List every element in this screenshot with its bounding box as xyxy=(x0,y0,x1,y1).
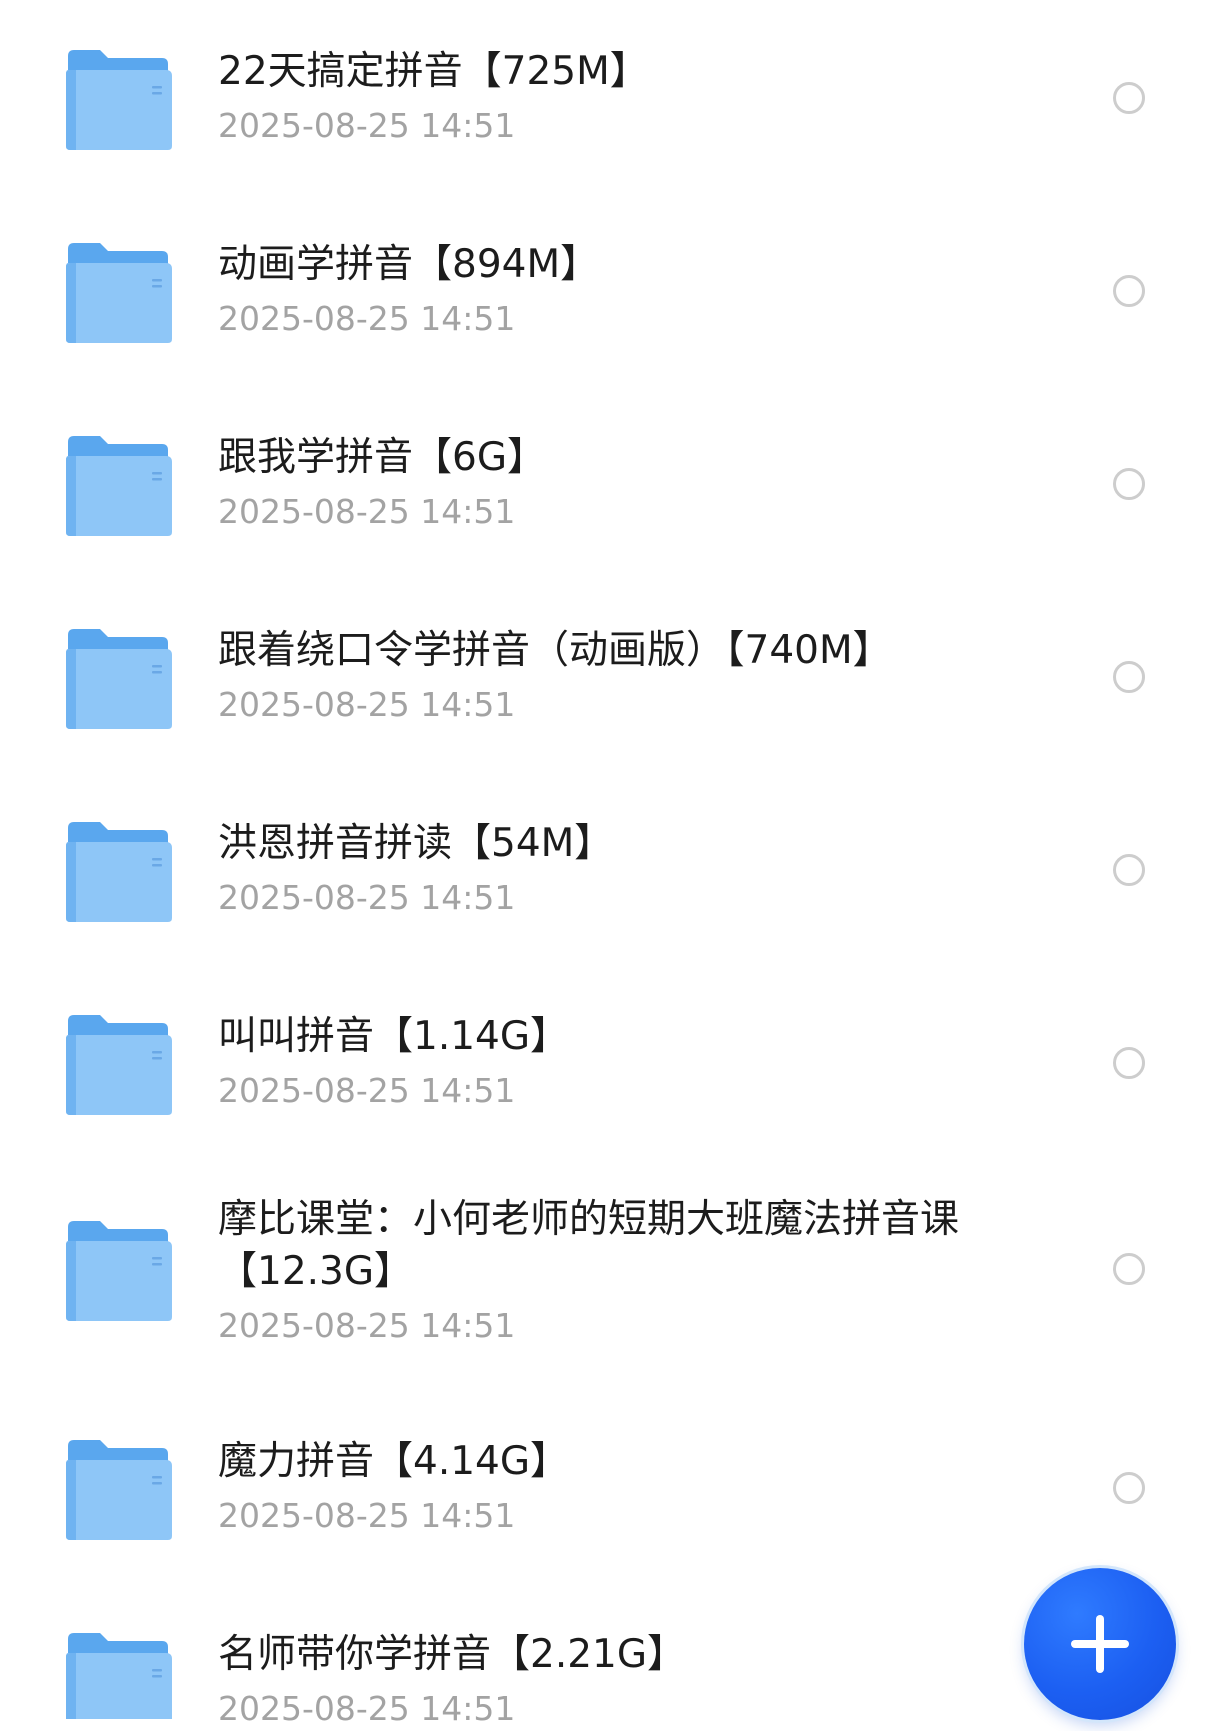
file-name: 跟着绕口令学拼音（动画版）【740M】 xyxy=(218,628,892,673)
file-date: 2025-08-25 14:51 xyxy=(218,106,516,145)
file-text: 跟着绕口令学拼音（动画版）【740M】 2025-08-25 14:51 xyxy=(218,625,1018,727)
file-text: 跟我学拼音【6G】 2025-08-25 14:51 xyxy=(218,432,1018,534)
folder-icon xyxy=(66,436,174,536)
file-row[interactable]: 洪恩拼音拼读【54M】 2025-08-25 14:51 xyxy=(0,782,1220,962)
file-text: 洪恩拼音拼读【54M】 2025-08-25 14:51 xyxy=(218,818,1018,920)
file-text: 叫叫拼音【1.14G】 2025-08-25 14:51 xyxy=(218,1011,1018,1113)
folder-icon xyxy=(66,1440,174,1540)
file-name: 跟我学拼音【6G】 xyxy=(218,435,547,480)
select-radio[interactable] xyxy=(1113,82,1145,114)
select-radio[interactable] xyxy=(1113,854,1145,886)
file-name: 叫叫拼音【1.14G】 xyxy=(218,1014,570,1059)
file-name: 摩比课堂：小何老师的短期大班魔法拼音课【12.3G】 xyxy=(218,1197,960,1294)
select-radio[interactable] xyxy=(1113,661,1145,693)
file-date: 2025-08-25 14:51 xyxy=(218,492,516,531)
file-text: 魔力拼音【4.14G】 2025-08-25 14:51 xyxy=(218,1436,1018,1538)
file-text: 22天搞定拼音【725M】 2025-08-25 14:51 xyxy=(218,46,1018,148)
file-date: 2025-08-25 14:51 xyxy=(218,299,516,338)
select-radio[interactable] xyxy=(1113,275,1145,307)
file-row[interactable]: 魔力拼音【4.14G】 2025-08-25 14:51 xyxy=(0,1400,1220,1580)
file-name: 动画学拼音【894M】 xyxy=(218,242,600,287)
file-name: 魔力拼音【4.14G】 xyxy=(218,1439,570,1484)
select-radio[interactable] xyxy=(1113,1047,1145,1079)
file-row[interactable]: 动画学拼音【894M】 2025-08-25 14:51 xyxy=(0,203,1220,383)
folder-icon xyxy=(66,1015,174,1115)
file-date: 2025-08-25 14:51 xyxy=(218,1071,516,1110)
file-text: 名师带你学拼音【2.21G】 2025-08-25 14:51 xyxy=(218,1629,1018,1731)
folder-icon xyxy=(66,50,174,150)
file-date: 2025-08-25 14:51 xyxy=(218,685,516,724)
file-row[interactable]: 跟我学拼音【6G】 2025-08-25 14:51 xyxy=(0,396,1220,576)
file-date: 2025-08-25 14:51 xyxy=(218,878,516,917)
file-text: 摩比课堂：小何老师的短期大班魔法拼音课【12.3G】 2025-08-25 14… xyxy=(218,1194,1018,1348)
file-name: 名师带你学拼音【2.21G】 xyxy=(218,1632,687,1677)
file-text: 动画学拼音【894M】 2025-08-25 14:51 xyxy=(218,239,1018,341)
folder-icon xyxy=(66,1633,174,1719)
folder-icon xyxy=(66,629,174,729)
file-date: 2025-08-25 14:51 xyxy=(218,1496,516,1535)
folder-icon xyxy=(66,243,174,343)
file-date: 2025-08-25 14:51 xyxy=(218,1306,516,1345)
folder-icon xyxy=(66,822,174,922)
select-radio[interactable] xyxy=(1113,468,1145,500)
file-row[interactable]: 22天搞定拼音【725M】 2025-08-25 14:51 xyxy=(0,10,1220,190)
file-date: 2025-08-25 14:51 xyxy=(218,1689,516,1728)
select-radio[interactable] xyxy=(1113,1253,1145,1285)
folder-icon xyxy=(66,1221,174,1321)
file-name: 22天搞定拼音【725M】 xyxy=(218,49,649,94)
add-button[interactable] xyxy=(1024,1568,1176,1720)
file-row[interactable]: 跟着绕口令学拼音（动画版）【740M】 2025-08-25 14:51 xyxy=(0,589,1220,769)
plus-icon xyxy=(1096,1615,1104,1673)
file-row[interactable]: 叫叫拼音【1.14G】 2025-08-25 14:51 xyxy=(0,975,1220,1155)
file-list: 22天搞定拼音【725M】 2025-08-25 14:51 动画学拼音【894… xyxy=(0,0,1220,1728)
file-row[interactable]: 摩比课堂：小何老师的短期大班魔法拼音课【12.3G】 2025-08-25 14… xyxy=(0,1168,1220,1388)
file-name: 洪恩拼音拼读【54M】 xyxy=(218,821,614,866)
select-radio[interactable] xyxy=(1113,1472,1145,1504)
